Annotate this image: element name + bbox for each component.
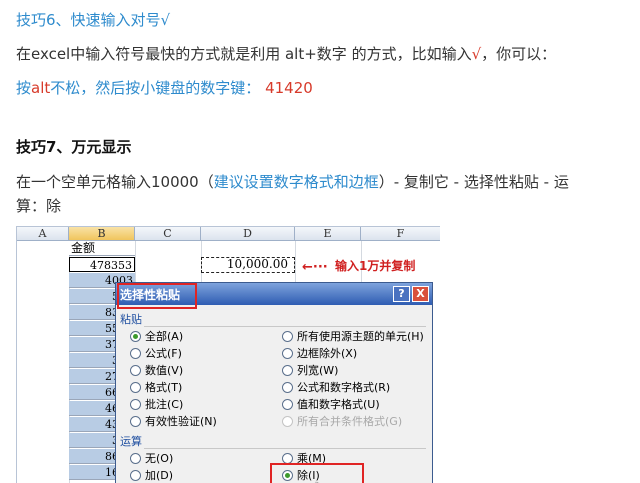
option-paste-formats[interactable]: 格式(T) xyxy=(130,381,182,395)
cell-b-header[interactable]: 金额 xyxy=(69,241,135,256)
option-all-source-theme[interactable]: 所有使用源主题的单元(H) xyxy=(282,330,424,344)
format-suggestion-link[interactable]: 建议设置数字格式和边框 xyxy=(214,173,379,191)
option-paste-values[interactable]: 数值(V) xyxy=(130,364,183,378)
option-merge-conditional-formats: 所有合并条件格式(G) xyxy=(282,415,402,429)
option-label: 所有合并条件格式(G) xyxy=(297,415,403,428)
help-button[interactable]: ? xyxy=(393,286,410,302)
column-header-e[interactable]: E xyxy=(295,227,361,241)
option-column-widths[interactable]: 列宽(W) xyxy=(282,364,338,378)
spreadsheet-image: A B C D E F 金额 478353 4003 556 8372 5570… xyxy=(16,226,440,483)
option-label: 无(O) xyxy=(145,452,174,465)
option-label: 格式(T) xyxy=(145,381,183,394)
column-header-a[interactable]: A xyxy=(17,227,69,241)
radio-icon[interactable] xyxy=(130,382,141,393)
option-values-number-formats[interactable]: 值和数字格式(U) xyxy=(282,398,380,412)
option-label: 所有使用源主题的单元(H) xyxy=(297,330,424,343)
close-button[interactable]: X xyxy=(412,286,429,302)
section-divider xyxy=(144,448,426,449)
option-label: 数值(V) xyxy=(145,364,184,377)
mouse-cursor-icon: ➤ xyxy=(314,479,326,483)
paste-special-dialog: 选择性粘贴 ? X 粘贴 全部(A) 公式(F) 数值(V) 格式(T) 批注(… xyxy=(115,282,433,483)
option-paste-formulas[interactable]: 公式(F) xyxy=(130,347,182,361)
tip7-paragraph-2: 算：除 xyxy=(16,197,62,215)
radio-selected-icon[interactable] xyxy=(130,331,141,342)
paste-section-label: 粘贴 xyxy=(120,313,142,326)
option-op-none[interactable]: 无(O) xyxy=(130,452,173,466)
option-paste-comments[interactable]: 批注(C) xyxy=(130,398,183,412)
option-label: 全部(A) xyxy=(145,330,184,343)
tip6-text-2b: 不松，然后按小键盘的数字键： xyxy=(50,79,261,97)
tip6-text-1b: ，你可以： xyxy=(481,45,557,63)
operation-section-label: 运算 xyxy=(120,435,142,448)
option-label: 列宽(W) xyxy=(297,364,339,377)
radio-icon[interactable] xyxy=(130,348,141,359)
title-highlight-box xyxy=(117,283,197,309)
option-except-borders[interactable]: 边框除外(X) xyxy=(282,347,357,361)
option-paste-validation[interactable]: 有效性验证(N) xyxy=(130,415,217,429)
option-label: 边框除外(X) xyxy=(297,347,358,360)
radio-icon[interactable] xyxy=(130,365,141,376)
radio-disabled-icon xyxy=(282,416,293,427)
option-label: 公式和数字格式(R) xyxy=(297,381,391,394)
alt-key-text: alt xyxy=(31,79,51,97)
option-label: 有效性验证(N) xyxy=(145,415,217,428)
column-header-b[interactable]: B xyxy=(69,227,135,241)
option-label: 公式(F) xyxy=(145,347,182,360)
check-symbol: √ xyxy=(471,45,482,63)
radio-icon[interactable] xyxy=(130,416,141,427)
option-label: 批注(C) xyxy=(145,398,184,411)
tip7-paragraph-1: 在一个空单元格输入10000（建议设置数字格式和边框）- 复制它 - 选择性粘贴… xyxy=(16,171,569,192)
tip7-text-1b: ）- 复制它 - 选择性粘贴 - 运 xyxy=(378,173,569,191)
tip6-title: 技巧6、快速输入对号√ xyxy=(16,11,171,29)
tip6-paragraph-1: 在excel中输入符号最快的方式就是利用 alt+数字 的方式，比如输入√，你可… xyxy=(16,43,556,64)
column-header-c[interactable]: C xyxy=(135,227,201,241)
radio-icon[interactable] xyxy=(282,348,293,359)
column-header-f[interactable]: F xyxy=(361,227,440,241)
tip6-text-1a: 在excel中输入符号最快的方式就是利用 alt+数字 的方式，比如输入 xyxy=(16,45,472,63)
radio-icon[interactable] xyxy=(282,382,293,393)
code-number: 41420 xyxy=(265,79,313,97)
tip7-title: 技巧7、万元显示 xyxy=(16,138,132,156)
option-paste-all[interactable]: 全部(A) xyxy=(130,330,183,344)
radio-icon[interactable] xyxy=(130,399,141,410)
radio-icon[interactable] xyxy=(130,470,141,481)
tip6-paragraph-2: 按alt不松，然后按小键盘的数字键： 41420 xyxy=(16,77,313,98)
cell-b-value[interactable]: 478353 xyxy=(69,257,135,272)
option-label: 值和数字格式(U) xyxy=(297,398,380,411)
radio-icon[interactable] xyxy=(282,365,293,376)
column-header-d[interactable]: D xyxy=(201,227,295,241)
option-label: 加(D) xyxy=(145,469,174,482)
tip6-text-2a: 按 xyxy=(16,79,32,97)
radio-icon[interactable] xyxy=(282,399,293,410)
copied-cell-d[interactable]: 10,000.00 xyxy=(201,257,295,273)
option-formulas-number-formats[interactable]: 公式和数字格式(R) xyxy=(282,381,390,395)
option-op-add[interactable]: 加(D) xyxy=(130,469,173,483)
annotation-note: 输入1万并复制 xyxy=(335,259,416,273)
radio-icon[interactable] xyxy=(282,331,293,342)
arrow-left-icon: ←··· xyxy=(302,260,328,275)
tip7-text-1a: 在一个空单元格输入10000（ xyxy=(16,173,214,191)
radio-icon[interactable] xyxy=(130,453,141,464)
section-divider xyxy=(144,326,426,327)
